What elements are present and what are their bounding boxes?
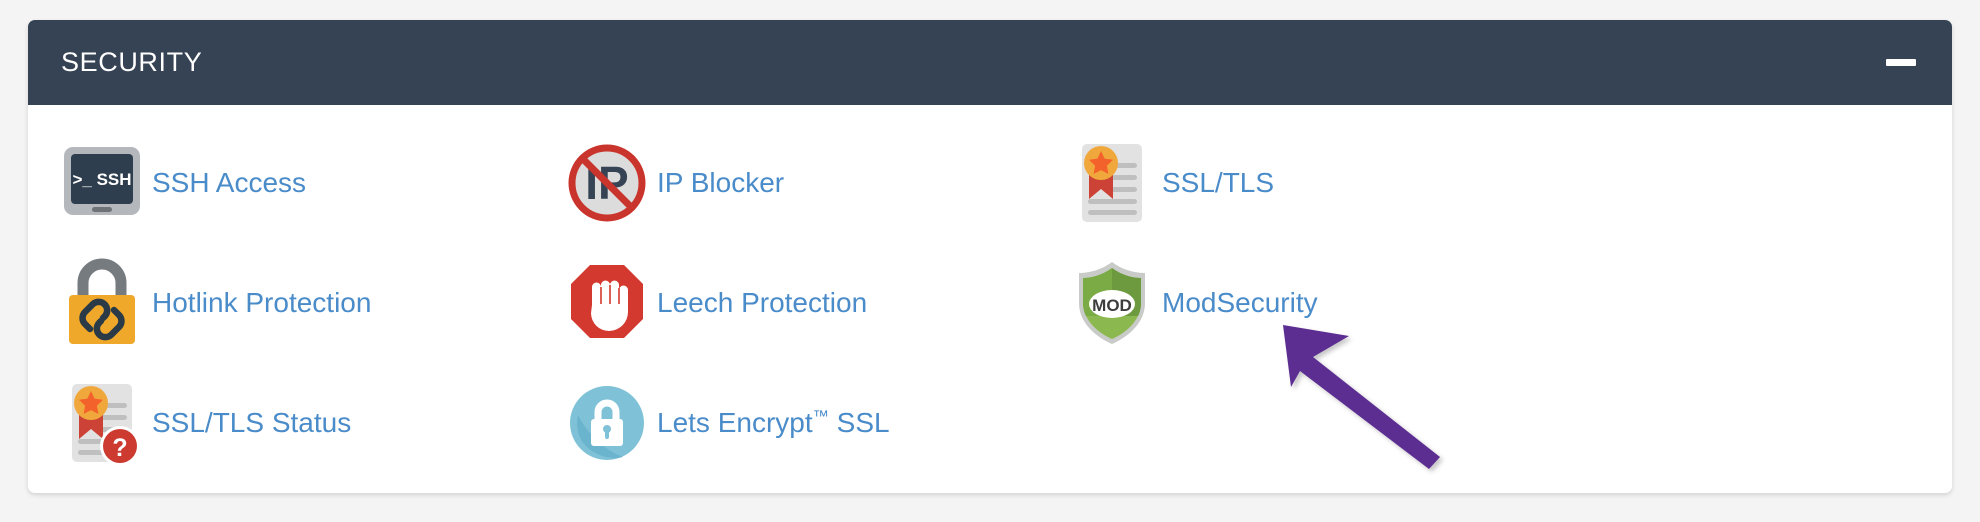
item-label: SSH Access: [152, 166, 307, 198]
page-title: SECURITY: [61, 47, 203, 77]
item-hotlink-protection[interactable]: Hotlink Protection: [28, 243, 533, 363]
card-header: SECURITY: [28, 20, 1952, 105]
item-label: SSL/TLS Status: [152, 406, 352, 438]
item-leech-protection[interactable]: Leech Protection: [533, 243, 1038, 363]
item-ssh-access[interactable]: >_ SSH SSH Access: [28, 123, 533, 243]
item-label: ModSecurity: [1162, 286, 1318, 318]
security-items-grid: >_ SSH SSH Access IP IP Blocker: [28, 123, 1952, 483]
item-label: Lets Encrypt™ SSL: [657, 406, 890, 439]
label-tail: SSL: [828, 406, 890, 438]
grid-spacer: [1038, 363, 1543, 483]
grid-spacer: [1543, 363, 1952, 483]
item-ssl-tls[interactable]: SSL/TLS: [1038, 123, 1543, 243]
svg-text:?: ?: [112, 434, 127, 462]
item-lets-encrypt-ssl[interactable]: Lets Encrypt™ SSL: [533, 363, 1038, 483]
padlock-chain-icon: [60, 257, 148, 349]
item-modsecurity[interactable]: MOD ModSecurity: [1038, 243, 1543, 363]
grid-spacer: [1543, 123, 1952, 243]
item-label: Hotlink Protection: [152, 286, 372, 318]
lets-encrypt-padlock-circle-icon: [565, 377, 653, 469]
svg-text:MOD: MOD: [1092, 296, 1132, 315]
item-label: SSL/TLS: [1162, 166, 1275, 198]
trademark-symbol: ™: [812, 407, 829, 426]
item-ssl-tls-status[interactable]: ? SSL/TLS Status: [28, 363, 533, 483]
shield-mod-icon: MOD: [1070, 257, 1158, 349]
ip-blocker-no-entry-icon: IP: [565, 137, 653, 229]
stop-hand-octagon-icon: [565, 257, 653, 349]
card-body: >_ SSH SSH Access IP IP Blocker: [28, 105, 1952, 483]
label-main: Lets Encrypt: [657, 406, 813, 438]
minimize-button[interactable]: [1884, 53, 1918, 73]
certificate-question-icon: ?: [60, 377, 148, 469]
certificate-ribbon-icon: [1070, 137, 1158, 229]
svg-text:>_ SSH: >_ SSH: [72, 170, 131, 189]
grid-spacer: [1543, 243, 1952, 363]
item-label: IP Blocker: [657, 166, 785, 198]
item-ip-blocker[interactable]: IP IP Blocker: [533, 123, 1038, 243]
security-card: SECURITY >_ SSH SSH Access IP Blocker SS…: [28, 20, 1952, 493]
ssh-terminal-icon: >_ SSH: [60, 137, 148, 229]
item-label: Leech Protection: [657, 286, 868, 318]
minus-icon: [1886, 59, 1916, 66]
